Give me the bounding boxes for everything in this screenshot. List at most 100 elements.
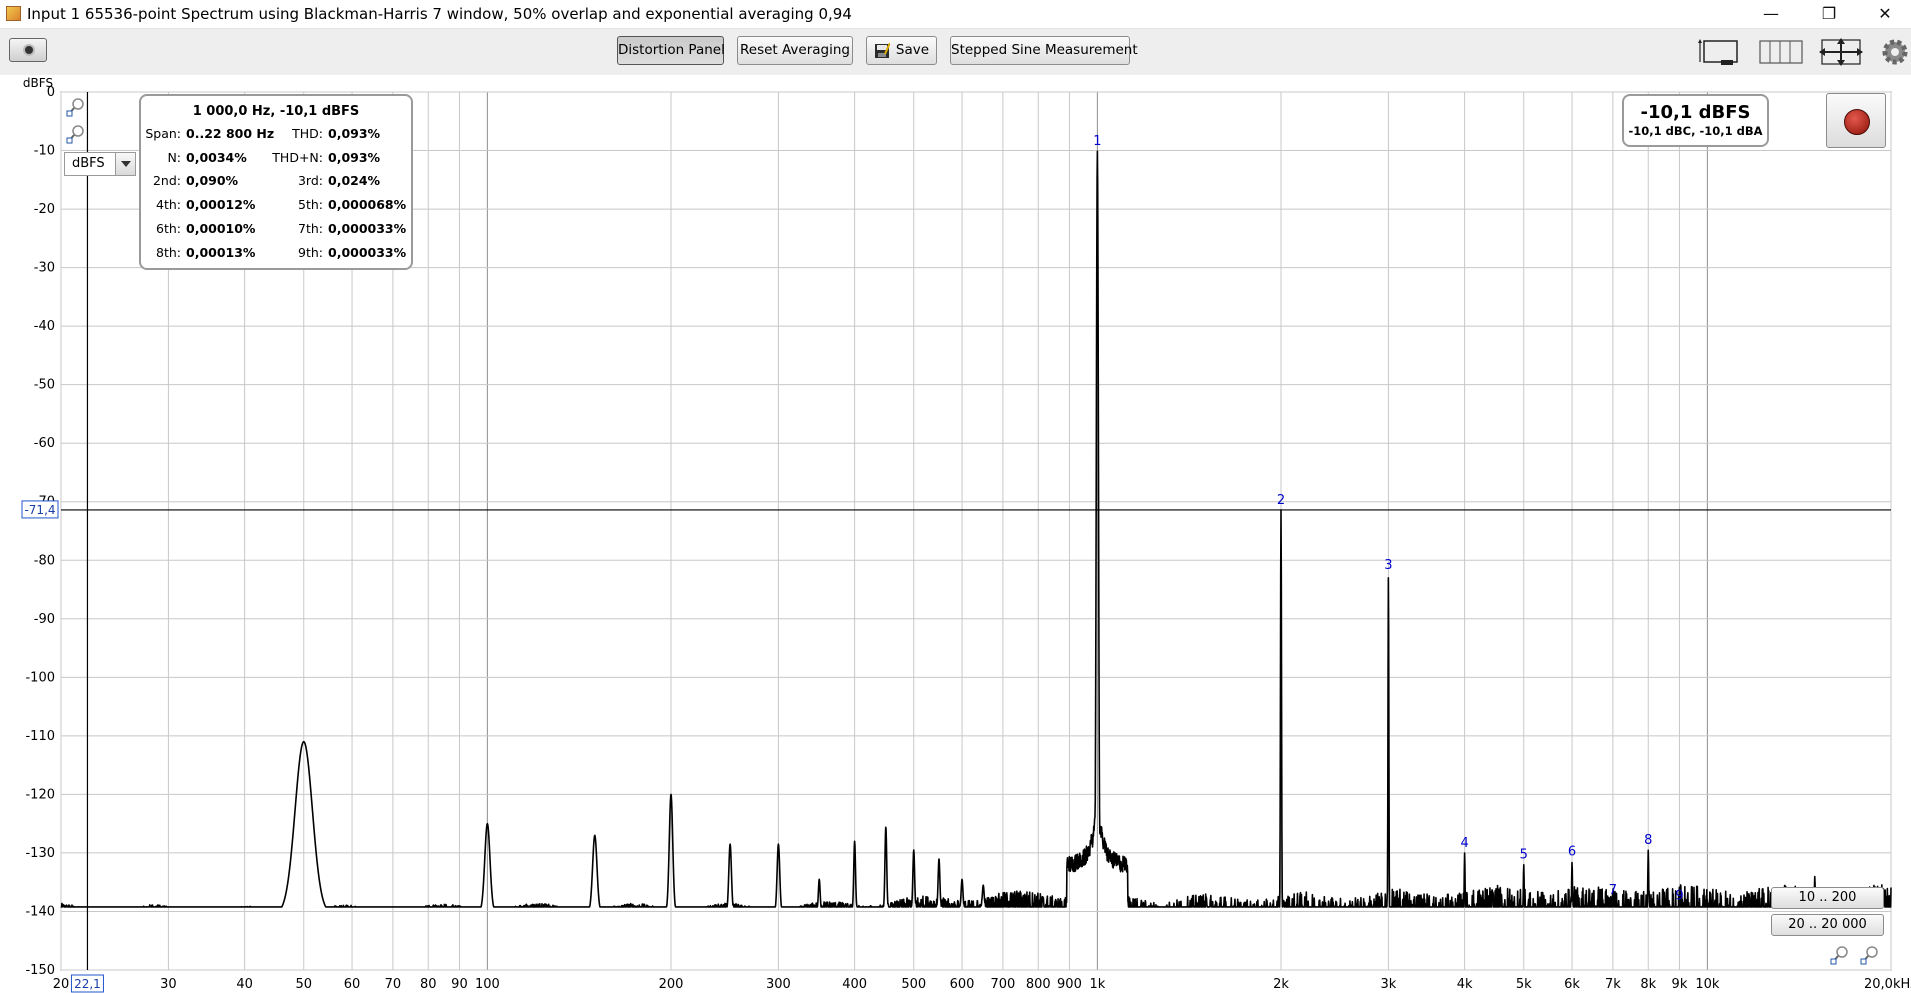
info-value: 0,093% <box>328 149 381 165</box>
info-label: THD+N: <box>272 149 323 165</box>
range-20-20000-button[interactable]: 20 .. 20 000 <box>1771 914 1884 936</box>
info-cell: 9th: 0,000033% <box>253 245 406 260</box>
y-axis: 0-10-20-30-40-50-60-70-80-90-100-110-120… <box>25 85 55 978</box>
chevron-down-icon[interactable] <box>115 153 135 175</box>
x-tick-label: 9k <box>1672 977 1688 992</box>
maximize-button[interactable]: ❐ <box>1806 0 1852 28</box>
x-tick-label: 6k <box>1564 977 1580 992</box>
info-cell: 5th: 0,000068% <box>253 197 406 212</box>
x-tick-label: 600 <box>950 977 975 992</box>
y-axis-label: dBFS <box>23 76 53 90</box>
zoom-out-icon[interactable] <box>66 124 86 144</box>
cursor-x-label: 22,1 <box>74 977 101 991</box>
camera-icon[interactable] <box>9 38 47 62</box>
x-tick-label: 20 <box>53 977 70 992</box>
y-tick-label: -30 <box>34 261 55 276</box>
x-tick-label: 900 <box>1057 977 1082 992</box>
harmonic-marker: 7 <box>1609 883 1617 898</box>
x-tick-label: 20,0kHz <box>1864 977 1911 992</box>
zoom-x-out-icon[interactable] <box>1830 945 1850 965</box>
minimize-button[interactable]: — <box>1748 0 1794 28</box>
close-button[interactable]: ✕ <box>1862 0 1908 28</box>
y-tick-label: -80 <box>34 553 55 568</box>
x-tick-label: 200 <box>659 977 684 992</box>
x-tick-label: 60 <box>344 977 361 992</box>
info-cell: 2nd: 0,090% <box>143 173 238 188</box>
info-cell: 7th: 0,000033% <box>253 221 406 236</box>
x-tick-label: 40 <box>236 977 253 992</box>
info-value: 0,00013% <box>186 244 256 260</box>
save-button[interactable]: Save <box>866 36 937 65</box>
columns-icon[interactable] <box>1758 38 1804 66</box>
x-tick-label: 500 <box>901 977 926 992</box>
reset-averaging-button[interactable]: Reset Averaging <box>737 36 853 65</box>
save-icon <box>875 43 890 58</box>
y-tick-label: -40 <box>34 319 55 334</box>
info-label: 2nd: <box>152 173 181 189</box>
x-tick-label: 4k <box>1457 977 1473 992</box>
x-tick-label: 7k <box>1605 977 1621 992</box>
info-label: Span: <box>145 126 181 141</box>
distortion-panel-button[interactable]: Distortion Panel <box>617 36 725 65</box>
info-label: 7th: <box>298 220 323 236</box>
settings-gear-icon[interactable] <box>1880 37 1910 67</box>
y-tick-label: -60 <box>34 436 55 451</box>
info-cell: 3rd: 0,024% <box>253 173 380 188</box>
x-tick-label: 3k <box>1381 977 1397 992</box>
info-label: N: <box>167 149 181 165</box>
info-value: 0,000068% <box>328 197 407 213</box>
zoom-in-icon[interactable] <box>66 97 86 117</box>
y-tick-label: -10 <box>34 144 55 159</box>
y-tick-label: -110 <box>25 729 55 744</box>
info-label: 3rd: <box>297 173 323 189</box>
info-cell: 4th: 0,00012% <box>143 197 255 212</box>
harmonic-marker: 1 <box>1093 134 1101 149</box>
toolbar: Distortion Panel Reset Averaging Save St… <box>0 29 1911 75</box>
stepped-sine-measurement-button[interactable]: Stepped Sine Measurement <box>950 36 1138 65</box>
distortion-info-panel: 1 000,0 Hz, -10,1 dBFS Span: 0..22 800 Hz… <box>139 94 413 270</box>
range-10-200-button[interactable]: 10 .. 200 <box>1771 887 1884 909</box>
x-tick-label: 70 <box>385 977 402 992</box>
y-tick-label: -90 <box>34 612 55 627</box>
level-main: -10,1 dBFS <box>1640 102 1751 123</box>
x-tick-label: 10k <box>1695 977 1720 992</box>
info-label: THD: <box>292 126 323 141</box>
harmonic-marker: 3 <box>1384 558 1392 573</box>
x-tick-label: 80 <box>420 977 437 992</box>
info-value: 0,000033% <box>328 244 407 260</box>
unit-select[interactable]: dBFS <box>64 152 136 176</box>
y-tick-label: -150 <box>25 963 55 978</box>
x-tick-label: 800 <box>1026 977 1051 992</box>
x-tick-label: 1k <box>1089 977 1105 992</box>
title-bar: Input 1 65536-point Spectrum using Black… <box>0 0 1911 29</box>
info-value: 0,024% <box>328 173 381 189</box>
fit-all-arrows-icon[interactable] <box>1818 38 1864 66</box>
harmonic-marker: 4 <box>1460 836 1468 851</box>
record-button[interactable] <box>1826 93 1886 148</box>
info-label: 4th: <box>156 197 181 213</box>
y-tick-label: -50 <box>34 378 55 393</box>
x-tick-label: 2k <box>1273 977 1289 992</box>
x-tick-label: 100 <box>475 977 500 992</box>
info-cell: 8th: 0,00013% <box>143 245 255 260</box>
harmonic-marker: 8 <box>1644 833 1652 848</box>
window-title: Input 1 65536-point Spectrum using Black… <box>27 5 852 23</box>
info-label: 6th: <box>156 220 181 236</box>
fit-vertical-icon[interactable] <box>1698 38 1740 66</box>
info-value: 0,000033% <box>328 220 407 236</box>
cursor-y-label: -71,4 <box>24 503 55 517</box>
info-value: 0,093% <box>328 126 381 141</box>
level-sub: -10,1 dBC, -10,1 dBA <box>1628 124 1763 138</box>
record-icon <box>1844 109 1870 135</box>
zoom-x-in-icon[interactable] <box>1860 945 1880 965</box>
y-tick-label: -100 <box>25 670 55 685</box>
x-tick-label: 700 <box>990 977 1015 992</box>
harmonic-marker: 9 <box>1675 889 1683 904</box>
x-tick-label: 90 <box>451 977 468 992</box>
info-cell: N: 0,0034% <box>143 149 247 165</box>
info-value: 0,090% <box>186 173 239 189</box>
x-tick-label: 400 <box>842 977 867 992</box>
y-tick-label: -20 <box>34 202 55 217</box>
info-value: 0,0034% <box>186 149 247 165</box>
x-tick-label: 300 <box>766 977 791 992</box>
